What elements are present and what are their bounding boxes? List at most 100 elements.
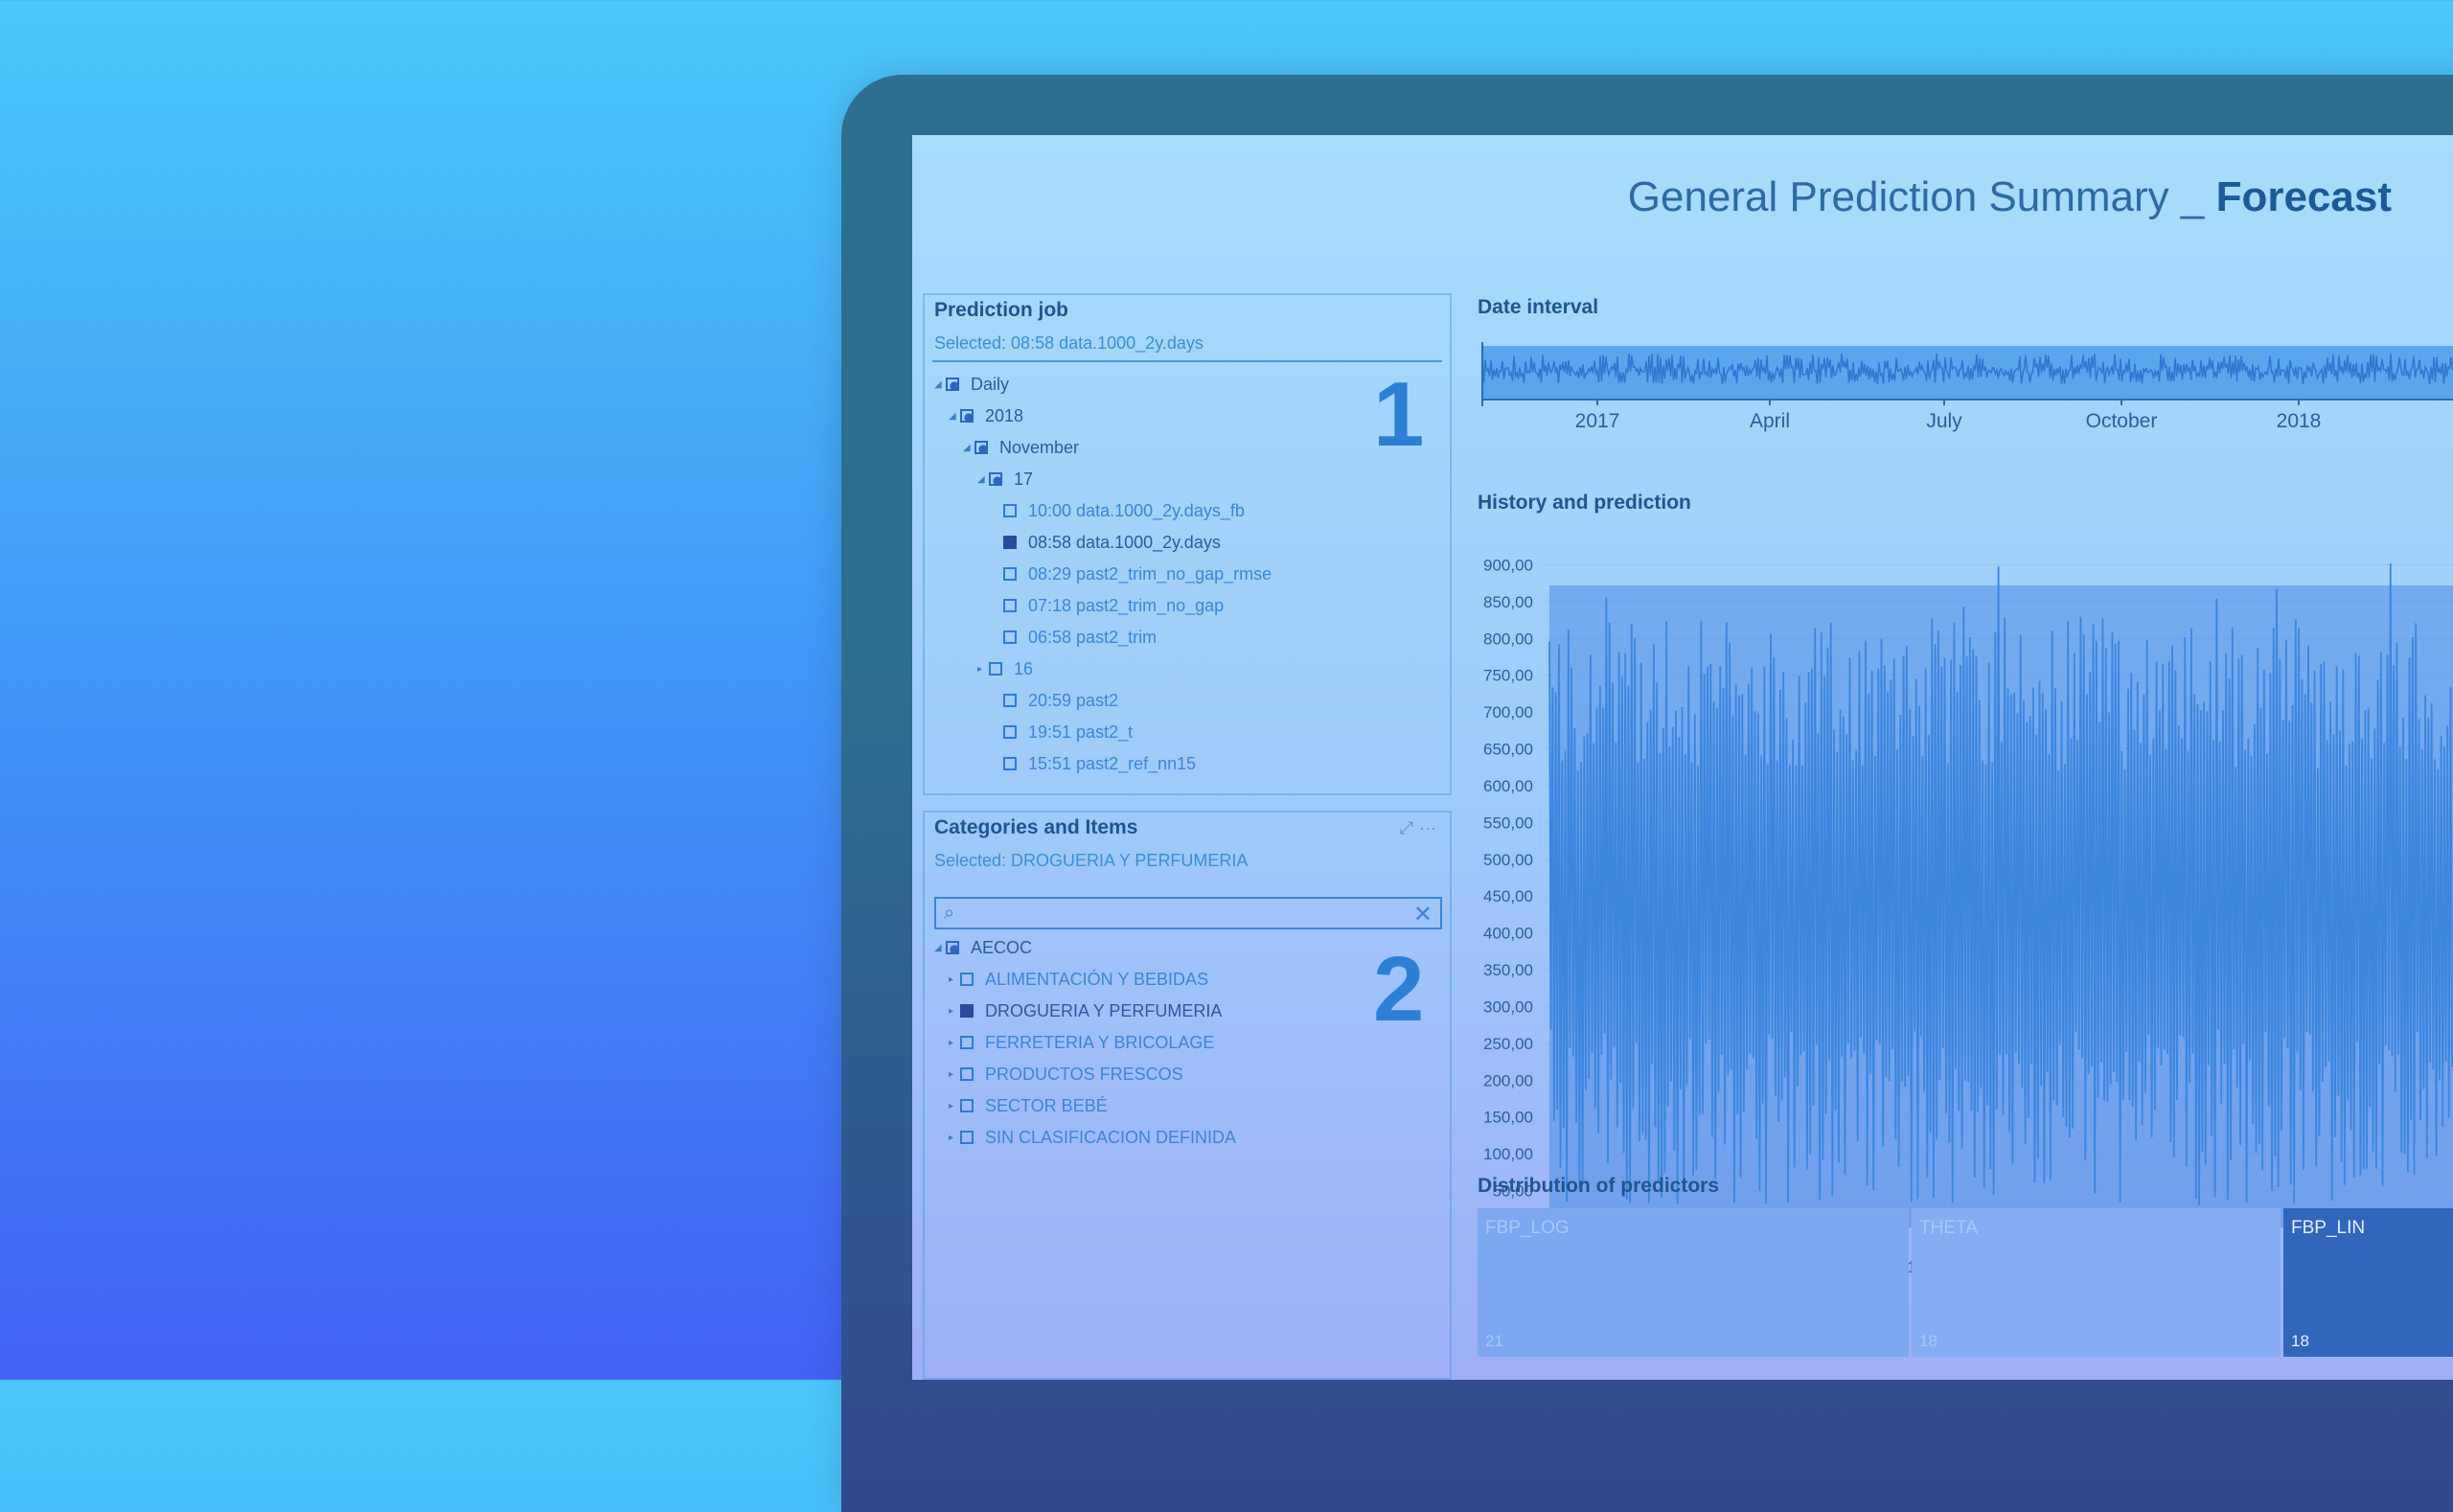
distribution-title: Distribution of predictors	[1478, 1175, 1719, 1197]
expand-icon[interactable]: ⤢	[1400, 818, 1419, 837]
checkbox[interactable]	[1003, 757, 1017, 770]
expand-arrow-icon[interactable]: ▸	[949, 974, 958, 985]
tree-item-label: PRODUCTOS FRESCOS	[985, 1064, 1183, 1084]
expand-arrow-icon[interactable]: ▸	[949, 1006, 958, 1017]
checkbox[interactable]	[946, 941, 959, 954]
y-tick-label: 450,00	[1483, 887, 1533, 905]
checkbox[interactable]	[960, 1099, 974, 1112]
tree-item[interactable]: ▸ SIN CLASIFICACION DEFINIDA	[949, 1123, 1236, 1152]
clear-search-icon[interactable]: ✕	[1413, 901, 1433, 928]
expand-arrow-icon[interactable]: ◢	[934, 379, 944, 390]
prediction-job-selected: Selected: 08:58 data.1000_2y.days	[934, 333, 1204, 353]
predictor-count: 21	[1485, 1332, 1503, 1350]
predictor-tile[interactable]: FBP_LIN 18	[2283, 1208, 2453, 1357]
tree-item[interactable]: ▸ FERRETERIA Y BRICOLAGE	[949, 1028, 1214, 1057]
checkbox[interactable]	[1003, 567, 1017, 581]
prediction-job-panel: Prediction job Selected: 08:58 data.1000…	[923, 293, 1452, 795]
date-interval-title: Date interval	[1478, 296, 1599, 318]
tree-item[interactable]: ▸ SECTOR BEBÉ	[949, 1091, 1108, 1120]
tree-item-label: 10:00 data.1000_2y.days_fb	[1028, 500, 1245, 520]
expand-arrow-icon[interactable]: ▸	[949, 1101, 958, 1111]
predictor-name: FBP_LIN	[2291, 1218, 2366, 1238]
y-tick-label: 200,00	[1483, 1071, 1533, 1089]
tree-item[interactable]: ▸ ALIMENTACIÓN Y BEBIDAS	[949, 965, 1208, 994]
tree-item[interactable]: 20:59 past2	[992, 686, 1118, 715]
prediction-job-title: Prediction job	[934, 299, 1069, 321]
tree-item[interactable]: 19:51 past2_t	[992, 718, 1133, 746]
tree-item[interactable]: 15:51 past2_ref_nn15	[992, 749, 1196, 778]
expand-arrow-icon[interactable]: ◢	[963, 443, 973, 453]
tree-item-label: 2018	[985, 405, 1024, 425]
predictor-name: THETA	[1919, 1218, 1978, 1238]
checkbox[interactable]	[960, 409, 974, 423]
tree-item[interactable]: ◢ 2018	[949, 401, 1023, 430]
predictor-tile[interactable]: THETA 18	[1912, 1208, 2281, 1357]
expand-arrow-icon[interactable]: ▸	[949, 1069, 958, 1080]
y-tick-label: 650,00	[1483, 741, 1533, 759]
y-tick-label: 600,00	[1483, 777, 1533, 795]
checkbox[interactable]	[960, 973, 974, 986]
date-tick-label: 2018	[2277, 410, 2322, 432]
checkbox[interactable]	[1003, 725, 1017, 739]
expand-arrow-icon[interactable]: ◢	[977, 474, 987, 485]
checkbox[interactable]	[960, 1004, 974, 1018]
categories-selected: Selected: DROGUERIA Y PERFUMERIA	[934, 851, 1249, 870]
predictor-tile[interactable]: FBP_LOG 21	[1478, 1208, 1909, 1357]
date-interval-slider[interactable]: 2017 April July October 2018	[1473, 327, 2453, 432]
y-tick-label: 400,00	[1483, 925, 1533, 943]
tree-item[interactable]: 08:58 data.1000_2y.days	[992, 528, 1221, 557]
checkbox[interactable]	[960, 1131, 974, 1144]
tree-item[interactable]: 06:58 past2_trim	[992, 623, 1157, 652]
categories-panel: Categories and Items ⤢⋯ Selected: DROGUE…	[923, 811, 1452, 1380]
date-tick-label: July	[1926, 410, 1962, 432]
tree-item[interactable]: ▸ PRODUCTOS FRESCOS	[949, 1060, 1183, 1088]
tree-item-label: SIN CLASIFICACION DEFINIDA	[985, 1127, 1237, 1147]
panel-toolbar: ⤢⋯	[1400, 818, 1442, 838]
expand-arrow-icon[interactable]: ▸	[949, 1133, 958, 1143]
date-tick-label: April	[1750, 410, 1790, 432]
y-tick-label: 350,00	[1483, 961, 1533, 979]
checkbox[interactable]	[1003, 630, 1017, 644]
checkbox[interactable]	[1003, 504, 1017, 517]
checkbox[interactable]	[960, 1067, 974, 1081]
tree-item-label: 17	[1014, 469, 1034, 489]
checkbox[interactable]	[1003, 536, 1017, 549]
y-tick-label: 800,00	[1483, 630, 1533, 648]
y-tick-label: 700,00	[1483, 703, 1533, 722]
checkbox[interactable]	[989, 662, 1002, 676]
tree-item[interactable]: 07:18 past2_trim_no_gap	[992, 591, 1224, 620]
date-tick-label: 2017	[1575, 410, 1620, 432]
checkbox[interactable]	[1003, 694, 1017, 707]
expand-arrow-icon[interactable]: ▸	[977, 664, 987, 675]
checkbox[interactable]	[974, 441, 988, 454]
tree-item[interactable]: 08:29 past2_trim_no_gap_rmse	[992, 560, 1272, 588]
tree-item-label: 20:59 past2	[1028, 690, 1119, 710]
checkbox[interactable]	[946, 378, 959, 391]
expand-arrow-icon[interactable]: ◢	[949, 411, 958, 422]
checkbox[interactable]	[960, 1036, 974, 1049]
checkbox[interactable]	[989, 472, 1002, 486]
tree-item[interactable]: ▸ DROGUERIA Y PERFUMERIA	[949, 997, 1222, 1025]
dashboard-screen: General Prediction Summary _ Forecast Pr…	[912, 135, 2453, 1380]
more-options-icon[interactable]: ⋯	[1419, 818, 1442, 837]
expand-arrow-icon[interactable]: ▸	[949, 1038, 958, 1048]
tree-item[interactable]: ◢ AECOC	[934, 933, 1032, 962]
tree-item-label: FERRETERIA Y BRICOLAGE	[985, 1032, 1215, 1052]
tree-item[interactable]: ◢ Daily	[934, 370, 1009, 399]
tree-item[interactable]: 10:00 data.1000_2y.days_fb	[992, 496, 1245, 525]
divider	[932, 360, 1442, 362]
tree-item-label: 07:18 past2_trim_no_gap	[1028, 595, 1225, 615]
categories-title: Categories and Items	[934, 816, 1138, 838]
predictor-name: FBP_LOG	[1485, 1218, 1570, 1238]
tree-item[interactable]: ▸ 16	[977, 654, 1033, 683]
tree-item[interactable]: ◢ 17	[977, 465, 1033, 493]
checkbox[interactable]	[1003, 599, 1017, 612]
predictor-count: 18	[2291, 1332, 2309, 1350]
tree-item-label: 08:58 data.1000_2y.days	[1028, 532, 1221, 552]
tree-item[interactable]: ◢ November	[963, 433, 1079, 462]
search-icon: ⌕	[944, 903, 955, 924]
search-input[interactable]: ⌕ ✕	[934, 897, 1442, 929]
expand-arrow-icon[interactable]: ◢	[934, 943, 944, 953]
tree-item-label: 06:58 past2_trim	[1028, 627, 1158, 647]
y-tick-label: 750,00	[1483, 667, 1533, 685]
